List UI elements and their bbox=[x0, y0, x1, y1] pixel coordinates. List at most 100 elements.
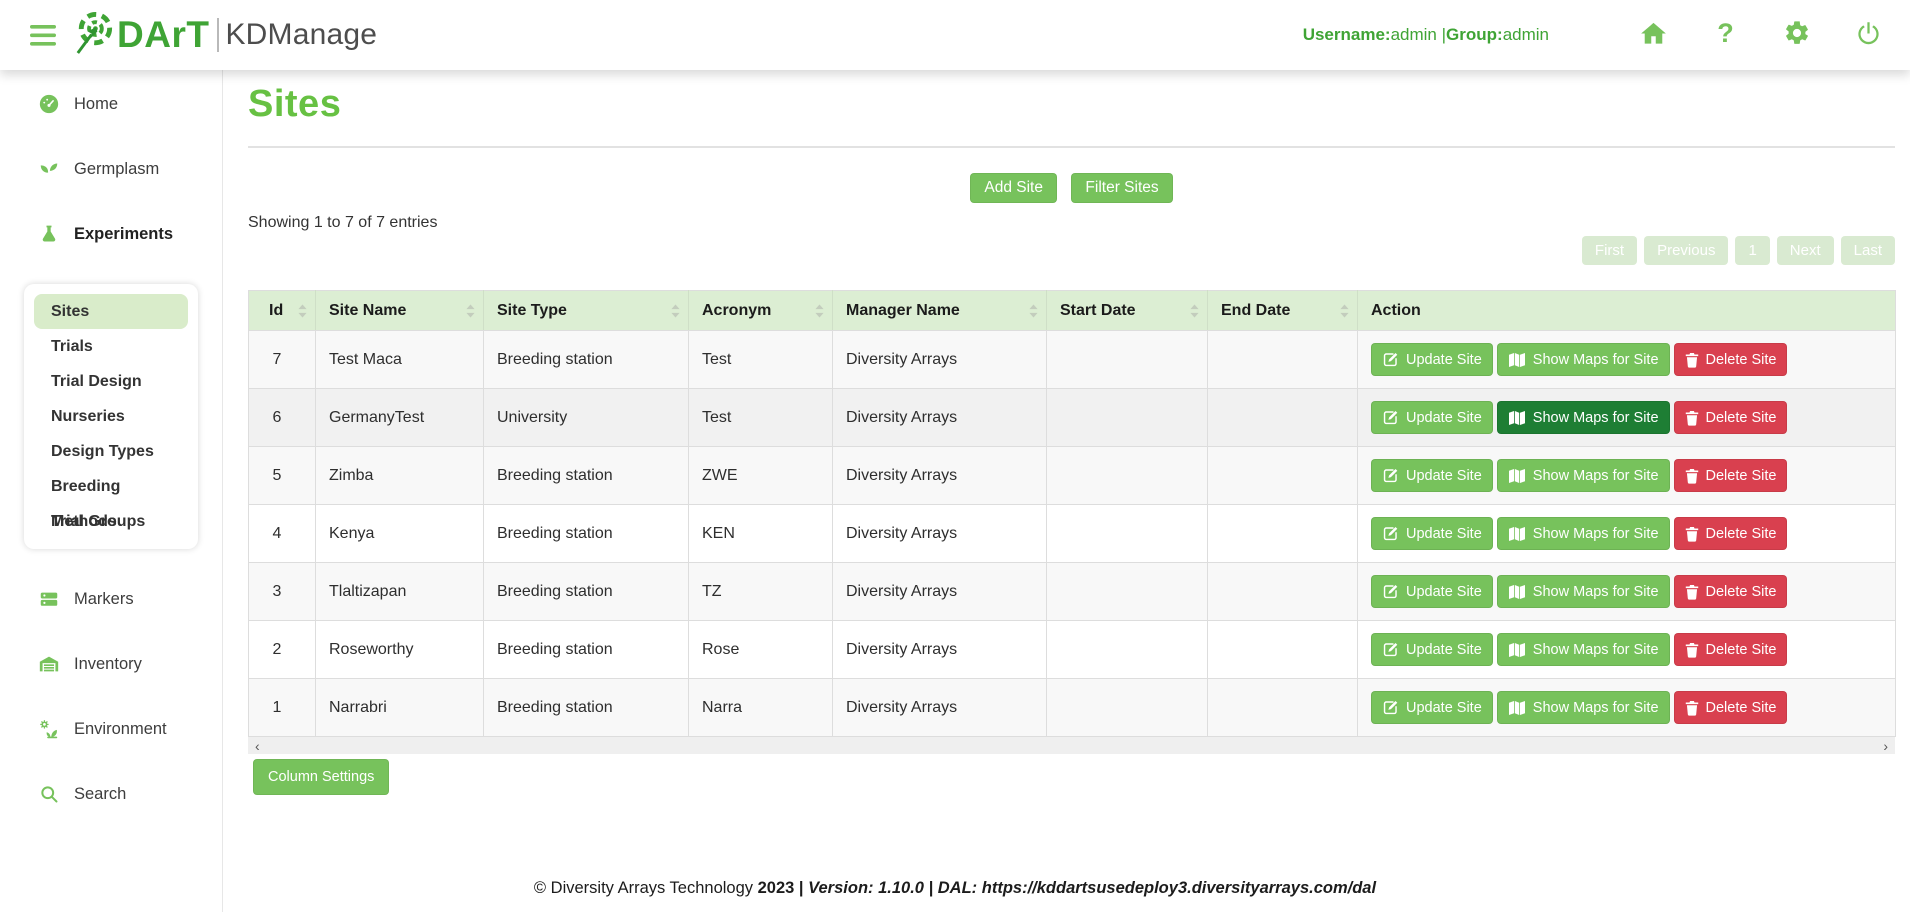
pagination-last-button[interactable]: Last bbox=[1841, 236, 1895, 265]
update-site-button[interactable]: Update Site bbox=[1371, 401, 1493, 434]
table-row: 5ZimbaBreeding stationZWEDiversity Array… bbox=[249, 447, 1896, 505]
cell-start-date bbox=[1047, 447, 1208, 505]
username-label: Username: bbox=[1303, 25, 1391, 44]
show-maps-for-site-button[interactable]: Show Maps for Site bbox=[1497, 459, 1670, 492]
cell-start-date bbox=[1047, 621, 1208, 679]
column-header-id[interactable]: Id bbox=[249, 291, 316, 331]
sort-icon bbox=[466, 304, 475, 317]
home-icon[interactable] bbox=[1639, 20, 1668, 47]
column-header-start-date[interactable]: Start Date bbox=[1047, 291, 1208, 331]
gear-icon[interactable] bbox=[1783, 19, 1811, 47]
sidebar-item-nurseries[interactable]: Nurseries bbox=[34, 399, 188, 434]
button-label: Delete Site bbox=[1706, 468, 1777, 484]
show-maps-for-site-button[interactable]: Show Maps for Site bbox=[1497, 633, 1670, 666]
update-site-button[interactable]: Update Site bbox=[1371, 517, 1493, 550]
button-label: Update Site bbox=[1406, 700, 1482, 716]
cell-id: 2 bbox=[249, 621, 316, 679]
update-site-button[interactable]: Update Site bbox=[1371, 343, 1493, 376]
delete-site-button[interactable]: Delete Site bbox=[1674, 633, 1788, 666]
show-maps-for-site-button[interactable]: Show Maps for Site bbox=[1497, 691, 1670, 724]
power-icon[interactable] bbox=[1855, 20, 1882, 47]
delete-site-button[interactable]: Delete Site bbox=[1674, 459, 1788, 492]
sidebar-item-breeding-methods[interactable]: Breeding Methods bbox=[34, 469, 188, 504]
cell-acronym: ZWE bbox=[689, 447, 833, 505]
cell-id: 6 bbox=[249, 389, 316, 447]
add-site-button[interactable]: Add Site bbox=[970, 173, 1057, 203]
help-icon[interactable]: ? bbox=[1712, 20, 1739, 47]
show-maps-for-site-button[interactable]: Show Maps for Site bbox=[1497, 517, 1670, 550]
sidebar-item-trial-design[interactable]: Trial Design bbox=[34, 364, 188, 399]
sidebar-item-germplasm[interactable]: Germplasm bbox=[0, 154, 222, 184]
sidebar-item-trials[interactable]: Trials bbox=[34, 329, 188, 364]
column-label: Action bbox=[1371, 302, 1421, 319]
sidebar-item-trial-groups[interactable]: Trial Groups bbox=[34, 504, 188, 539]
sidebar-item-markers[interactable]: Markers bbox=[0, 584, 222, 614]
show-maps-for-site-button[interactable]: Show Maps for Site bbox=[1497, 343, 1670, 376]
show-maps-for-site-button[interactable]: Show Maps for Site bbox=[1497, 575, 1670, 608]
dashboard-icon bbox=[38, 93, 60, 115]
column-header-end-date[interactable]: End Date bbox=[1208, 291, 1358, 331]
column-header-acronym[interactable]: Acronym bbox=[689, 291, 833, 331]
sidebar-item-sites[interactable]: Sites bbox=[34, 294, 188, 329]
button-label: Show Maps for Site bbox=[1533, 526, 1659, 542]
delete-site-button[interactable]: Delete Site bbox=[1674, 575, 1788, 608]
user-info: Username:admin |Group:admin bbox=[1303, 25, 1549, 45]
cell-action: Update SiteShow Maps for Site Delete Site bbox=[1358, 389, 1896, 447]
update-site-button[interactable]: Update Site bbox=[1371, 633, 1493, 666]
hamburger-menu-icon[interactable] bbox=[30, 25, 56, 46]
pagination-next-button[interactable]: Next bbox=[1777, 236, 1834, 265]
cell-start-date bbox=[1047, 679, 1208, 737]
delete-site-button[interactable]: Delete Site bbox=[1674, 343, 1788, 376]
column-settings-button[interactable]: Column Settings bbox=[253, 759, 389, 795]
scroll-right-arrow[interactable]: › bbox=[1883, 738, 1888, 754]
scroll-left-arrow[interactable]: ‹ bbox=[255, 738, 260, 754]
cell-manager-name: Diversity Arrays bbox=[833, 621, 1047, 679]
show-maps-for-site-button[interactable]: Show Maps for Site bbox=[1497, 401, 1670, 434]
pagination-first-button[interactable]: First bbox=[1582, 236, 1637, 265]
sidebar-item-experiments[interactable]: Experiments bbox=[0, 219, 222, 249]
sidebar-item-label: Markers bbox=[74, 590, 134, 609]
update-site-button[interactable]: Update Site bbox=[1371, 575, 1493, 608]
button-label: Delete Site bbox=[1706, 410, 1777, 426]
trash-icon bbox=[1685, 352, 1699, 368]
sidebar-item-inventory[interactable]: Inventory bbox=[0, 649, 222, 679]
group-value: admin bbox=[1503, 25, 1549, 44]
sidebar-nav: HomeGermplasmExperimentsSitesTrialsTrial… bbox=[0, 70, 223, 912]
group-label: Group: bbox=[1446, 25, 1503, 44]
cell-id: 7 bbox=[249, 331, 316, 389]
cell-end-date bbox=[1208, 621, 1358, 679]
top-header: DArT KDManage Username:admin |Group:admi… bbox=[0, 0, 1910, 70]
delete-site-button[interactable]: Delete Site bbox=[1674, 691, 1788, 724]
column-header-manager-name[interactable]: Manager Name bbox=[833, 291, 1047, 331]
cell-action: Update Site Show Maps for Site Delete Site bbox=[1358, 447, 1896, 505]
update-site-button[interactable]: Update Site bbox=[1371, 691, 1493, 724]
button-label: Update Site bbox=[1406, 468, 1482, 484]
svg-text:?: ? bbox=[1717, 20, 1734, 47]
pagination-1-button[interactable]: 1 bbox=[1735, 236, 1769, 265]
sidebar-item-environment[interactable]: Environment bbox=[0, 714, 222, 744]
cell-manager-name: Diversity Arrays bbox=[833, 389, 1047, 447]
pagination-previous-button[interactable]: Previous bbox=[1644, 236, 1728, 265]
sidebar-item-design-types[interactable]: Design Types bbox=[34, 434, 188, 469]
sidebar-item-search[interactable]: Search bbox=[0, 779, 222, 809]
toolbar: Add Site Filter Sites bbox=[248, 173, 1895, 203]
button-label: Delete Site bbox=[1706, 642, 1777, 658]
sort-icon bbox=[1190, 304, 1199, 317]
horizontal-scrollbar[interactable]: ‹ › bbox=[248, 737, 1895, 754]
cell-acronym: Test bbox=[689, 389, 833, 447]
delete-site-button[interactable]: Delete Site bbox=[1674, 517, 1788, 550]
trash-icon bbox=[1685, 526, 1699, 542]
column-header-site-type[interactable]: Site Type bbox=[484, 291, 689, 331]
filter-sites-button[interactable]: Filter Sites bbox=[1071, 173, 1172, 203]
button-label: Update Site bbox=[1406, 526, 1482, 542]
edit-icon bbox=[1382, 583, 1399, 600]
column-header-action[interactable]: Action bbox=[1358, 291, 1896, 331]
button-label: Update Site bbox=[1406, 642, 1482, 658]
delete-site-button[interactable]: Delete Site bbox=[1674, 401, 1788, 434]
cell-start-date bbox=[1047, 505, 1208, 563]
sidebar-item-home[interactable]: Home bbox=[0, 89, 222, 119]
update-site-button[interactable]: Update Site bbox=[1371, 459, 1493, 492]
button-label: Show Maps for Site bbox=[1533, 642, 1659, 658]
column-header-site-name[interactable]: Site Name bbox=[316, 291, 484, 331]
cell-start-date bbox=[1047, 331, 1208, 389]
